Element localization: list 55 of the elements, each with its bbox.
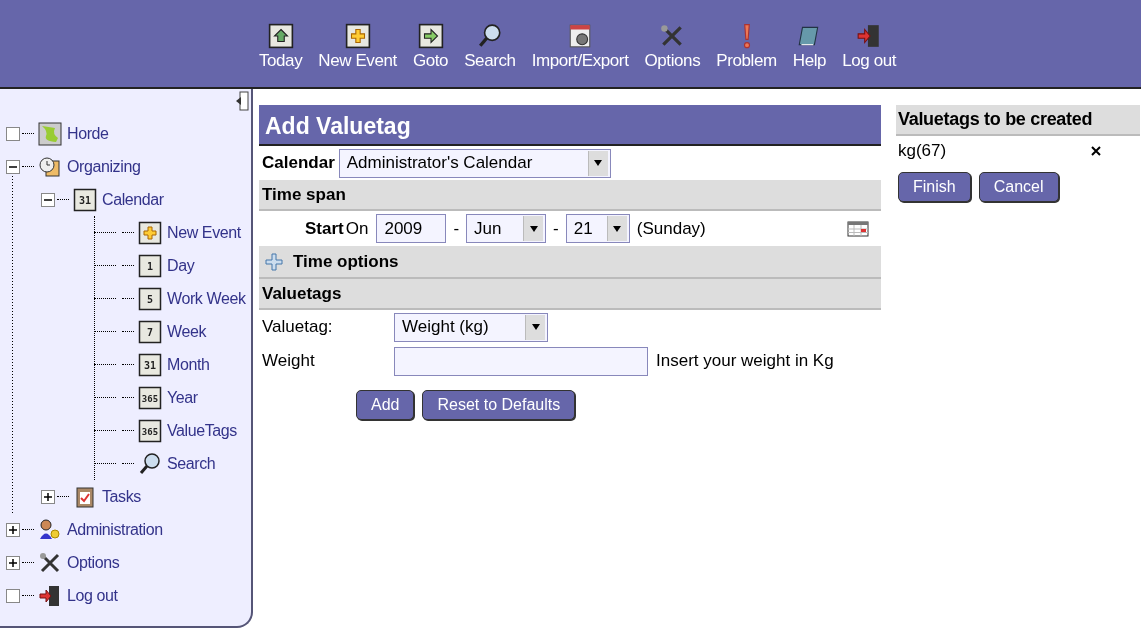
tree-link[interactable]: Organizing xyxy=(67,154,141,179)
hint-text: Insert your weight in Kg xyxy=(656,350,834,373)
tree-link[interactable]: Year xyxy=(167,385,198,410)
field-label: Valuetag: xyxy=(262,316,334,339)
form-button[interactable]: Add xyxy=(356,390,415,420)
day-dropdown[interactable]: 21 xyxy=(565,214,630,243)
calendar-icon: 5 xyxy=(138,286,162,311)
tree-link[interactable]: Day xyxy=(167,253,195,278)
separator-text: - xyxy=(453,217,460,240)
valuetag-dropdown[interactable]: Weight (kg) xyxy=(394,312,548,342)
field-label: Calendar xyxy=(262,152,335,175)
tree-link[interactable]: Tasks xyxy=(102,484,141,509)
field-label: Start xyxy=(305,217,344,240)
calendar-icon: 365 xyxy=(138,418,162,443)
tree-link[interactable]: ValueTags xyxy=(167,418,237,443)
panel-button[interactable]: Cancel xyxy=(978,172,1059,202)
toolbar-link[interactable]: Problem xyxy=(708,22,785,71)
tree-link[interactable]: Work Week xyxy=(167,286,246,311)
calendar-icon: 31 xyxy=(138,352,162,377)
calendar-icon: 1 xyxy=(138,253,162,278)
pending-item: kg(67) xyxy=(898,140,947,163)
toolbar-link[interactable]: Options xyxy=(636,22,709,71)
toolbar-link[interactable]: New Event xyxy=(310,22,405,71)
toolbar-link[interactable]: Search xyxy=(456,22,524,71)
calendar-dropdown[interactable]: Administrator's Calendar xyxy=(338,148,611,178)
tree-link[interactable]: Horde xyxy=(67,121,109,146)
calendar-icon: 365 xyxy=(138,385,162,410)
tree-link[interactable]: Options xyxy=(67,550,120,575)
section-heading: Time options xyxy=(293,250,399,273)
calendar-icon: 7 xyxy=(138,319,162,344)
separator-text: - xyxy=(553,217,559,240)
toolbar-link[interactable]: Log out xyxy=(834,22,905,71)
tree-link[interactable]: Week xyxy=(167,319,206,344)
field-label: On xyxy=(345,217,369,240)
toolbar-link[interactable]: Help xyxy=(784,22,835,71)
tree-link[interactable]: Search xyxy=(167,451,216,476)
calendar-icon: 31 xyxy=(73,187,97,212)
panel-heading: Valuetags to be created xyxy=(896,105,1140,136)
section-heading: Time span xyxy=(262,183,346,206)
tree-link[interactable]: Month xyxy=(167,352,210,377)
toolbar-link[interactable]: Import/Export xyxy=(523,22,637,71)
toolbar-link[interactable]: Today xyxy=(250,22,311,71)
tree-link[interactable]: Administration xyxy=(67,517,163,542)
month-dropdown[interactable]: Jun xyxy=(466,214,547,243)
form-title: Add Valuetag xyxy=(259,105,881,146)
tree-link[interactable]: Log out xyxy=(67,583,118,608)
weekday-text: (Sunday) xyxy=(636,217,706,240)
tree-link[interactable]: New Event xyxy=(167,220,241,245)
field-label: Weight xyxy=(262,350,316,373)
panel-button[interactable]: Finish xyxy=(898,172,971,202)
toolbar-link[interactable]: Goto xyxy=(404,22,457,71)
year-field[interactable]: 2009 xyxy=(376,214,447,243)
form-button[interactable]: Reset to Defaults xyxy=(422,390,576,420)
tree-link[interactable]: Calendar xyxy=(102,187,164,212)
section-heading: Valuetags xyxy=(262,282,342,305)
